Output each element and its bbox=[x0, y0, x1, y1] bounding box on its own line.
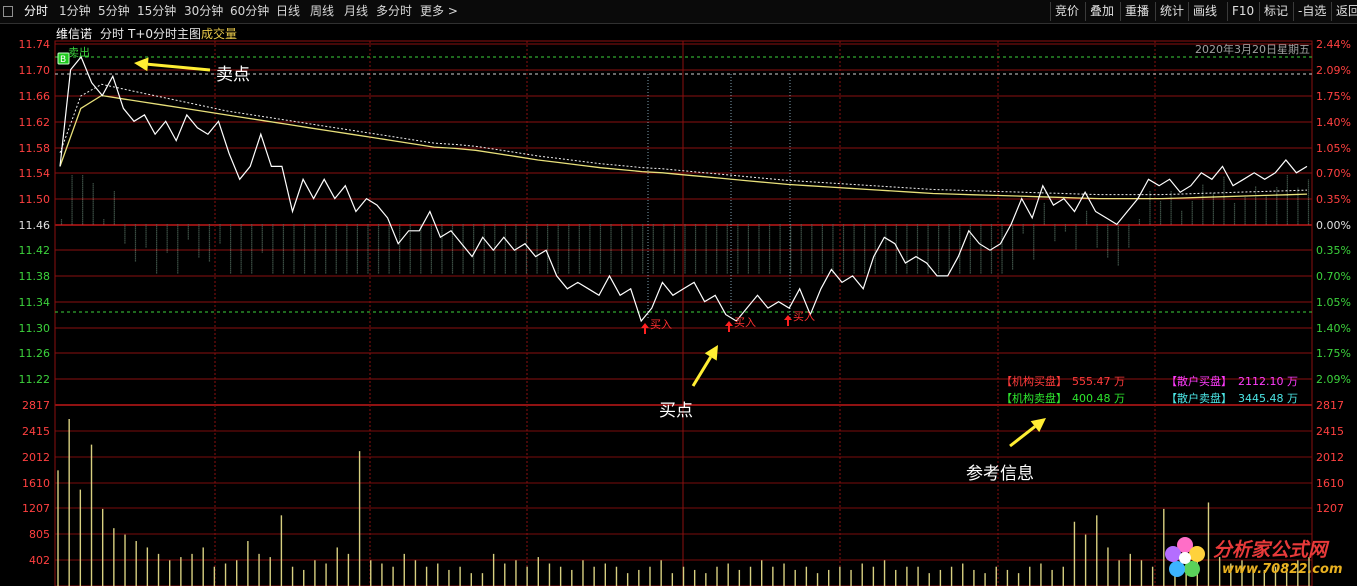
tab-5[interactable]: 60分钟 bbox=[230, 0, 269, 23]
tab-9[interactable]: 多分时 bbox=[376, 0, 412, 23]
inst-sell-label: 【机构卖盘】 bbox=[1001, 392, 1067, 405]
inst-buy-value: 555.47 万 bbox=[1072, 375, 1125, 388]
main-chart-label[interactable]: T+0分时主图 bbox=[128, 26, 201, 42]
price-axis-label: 11.54 bbox=[19, 167, 51, 180]
buy-signal-label: 买入 bbox=[734, 316, 756, 329]
tab-6[interactable]: 日线 bbox=[276, 0, 300, 23]
sell-arrow-icon-shaft bbox=[147, 62, 211, 72]
percent-axis-label: 1.05% bbox=[1316, 142, 1351, 155]
price-axis-label: 11.70 bbox=[19, 64, 51, 77]
percent-axis-label: 0.00% bbox=[1316, 219, 1351, 232]
watermark-name: 分析家公式网 bbox=[1213, 539, 1328, 561]
watermark-logo: 分析家公式网 www.70822.com bbox=[1158, 529, 1357, 586]
price-axis-label: 11.22 bbox=[19, 373, 51, 386]
buy-arrow-icon bbox=[784, 315, 792, 326]
retail-sell-label: 【散户卖盘】 bbox=[1166, 392, 1232, 405]
percent-axis-label: 0.70% bbox=[1316, 167, 1351, 180]
price-axis-label: 11.74 bbox=[19, 38, 51, 51]
reference-arrow-icon-shaft bbox=[1009, 425, 1036, 448]
price-axis-label: 11.26 bbox=[19, 347, 51, 360]
sell-signal-label: 卖出 bbox=[68, 45, 90, 59]
toolbar-button-8[interactable]: 返回 bbox=[1331, 2, 1357, 21]
sell-marker-text: B bbox=[60, 55, 66, 65]
volume-axis-label-right: 1207 bbox=[1316, 502, 1344, 515]
stock-name: 维信诺 bbox=[56, 27, 93, 41]
toolbar-button-3[interactable]: 统计 bbox=[1155, 2, 1184, 21]
toolbar-button-6[interactable]: 标记 bbox=[1259, 2, 1288, 21]
retail-buy-label: 【散户买盘】 bbox=[1166, 375, 1232, 388]
volume-indicator-label[interactable]: 成交量 bbox=[201, 26, 237, 42]
percent-axis-label: 1.40% bbox=[1316, 116, 1351, 129]
inst-buy-label: 【机构买盘】 bbox=[1001, 375, 1067, 388]
toolbar-button-1[interactable]: 叠加 bbox=[1085, 2, 1114, 21]
tab-7[interactable]: 周线 bbox=[310, 0, 334, 23]
price-axis-label: 11.30 bbox=[19, 322, 51, 335]
volume-axis-label-right: 1610 bbox=[1316, 477, 1344, 490]
tab-10[interactable]: 更多 > bbox=[420, 0, 458, 23]
percent-axis-label: 1.75% bbox=[1316, 347, 1351, 360]
tab-8[interactable]: 月线 bbox=[344, 0, 368, 23]
percent-axis-label: 0.70% bbox=[1316, 270, 1351, 283]
percent-axis-label: 1.75% bbox=[1316, 90, 1351, 103]
tab-3[interactable]: 15分钟 bbox=[137, 0, 176, 23]
volume-axis-label: 2817 bbox=[22, 399, 50, 412]
volume-axis-label: 1610 bbox=[22, 477, 50, 490]
watermark-url: www.70822.com bbox=[1222, 562, 1343, 577]
intraday-chart: 11.74 11.70 11.66 11.62 11.58 11.54 11.50 11.46… bbox=[19, 38, 1351, 586]
tab-1[interactable]: 1分钟 bbox=[59, 0, 91, 23]
tab-2[interactable]: 5分钟 bbox=[98, 0, 130, 23]
percent-axis-label: 1.05% bbox=[1316, 296, 1351, 309]
price-axis-label: 11.50 bbox=[19, 193, 51, 206]
toolbar-button-5[interactable]: F10 bbox=[1227, 2, 1254, 21]
panel-control-icon[interactable] bbox=[3, 6, 13, 17]
price-axis-label: 11.46 bbox=[19, 219, 51, 232]
percent-axis-label: 0.35% bbox=[1316, 244, 1351, 257]
inst-sell-value: 400.48 万 bbox=[1072, 392, 1125, 405]
price-axis-label: 11.62 bbox=[19, 116, 51, 129]
volume-axis-label: 2012 bbox=[22, 451, 50, 464]
toolbar-button-0[interactable]: 竞价 bbox=[1050, 2, 1079, 21]
toolbar-button-2[interactable]: 重播 bbox=[1120, 2, 1149, 21]
price-axis-label: 11.38 bbox=[19, 270, 51, 283]
date-label: 2020年3月20日星期五 bbox=[1195, 43, 1310, 56]
buy-point-annotation: 买点 bbox=[659, 401, 693, 421]
price-axis-label: 11.66 bbox=[19, 90, 51, 103]
sell-point-annotation: 卖点 bbox=[216, 65, 250, 85]
percent-axis-label: 1.40% bbox=[1316, 322, 1351, 335]
buy-arrow-icon bbox=[725, 321, 733, 332]
tab-4[interactable]: 30分钟 bbox=[184, 0, 223, 23]
sell-arrow-icon-head bbox=[134, 57, 149, 72]
period-toolbar: 分时 1分钟 5分钟 15分钟 30分钟 60分钟 日线 周线 月线 多分时 更多 > 竞价 叠加 重播… bbox=[0, 0, 1357, 24]
retail-sell-value: 3445.48 万 bbox=[1238, 392, 1298, 405]
percent-axis-label: 2.44% bbox=[1316, 38, 1351, 51]
volume-axis-label-right: 2817 bbox=[1316, 399, 1344, 412]
buy-signal-label: 买入 bbox=[650, 318, 672, 331]
price-axis-label: 11.42 bbox=[19, 244, 51, 257]
retail-buy-value: 2112.10 万 bbox=[1238, 375, 1298, 388]
reference-annotation: 参考信息 bbox=[966, 464, 1034, 484]
price-axis-label: 11.34 bbox=[19, 296, 51, 309]
volume-axis-label: 1207 bbox=[22, 502, 50, 515]
toolbar-button-7[interactable]: -自选 bbox=[1293, 2, 1326, 21]
flower-logo-icon bbox=[1165, 537, 1205, 577]
mode-label: 分时 bbox=[100, 27, 125, 41]
percent-axis-label: 0.35% bbox=[1316, 193, 1351, 206]
volume-axis-label: 2415 bbox=[22, 425, 50, 438]
percent-axis-label: 2.09% bbox=[1316, 373, 1351, 386]
volume-axis-label: 402 bbox=[29, 554, 50, 567]
buy-signal-label: 买入 bbox=[793, 310, 815, 323]
percent-axis-label: 2.09% bbox=[1316, 64, 1351, 77]
price-axis-label: 11.58 bbox=[19, 142, 51, 155]
volume-axis-label-right: 2415 bbox=[1316, 425, 1344, 438]
toolbar-button-4[interactable]: 画线 bbox=[1188, 2, 1217, 21]
volume-axis-label: 805 bbox=[29, 528, 50, 541]
tab-0[interactable]: 分时 bbox=[24, 0, 48, 23]
buy-arrow-annotation-icon-shaft bbox=[691, 356, 712, 387]
volume-axis-label-right: 2012 bbox=[1316, 451, 1344, 464]
